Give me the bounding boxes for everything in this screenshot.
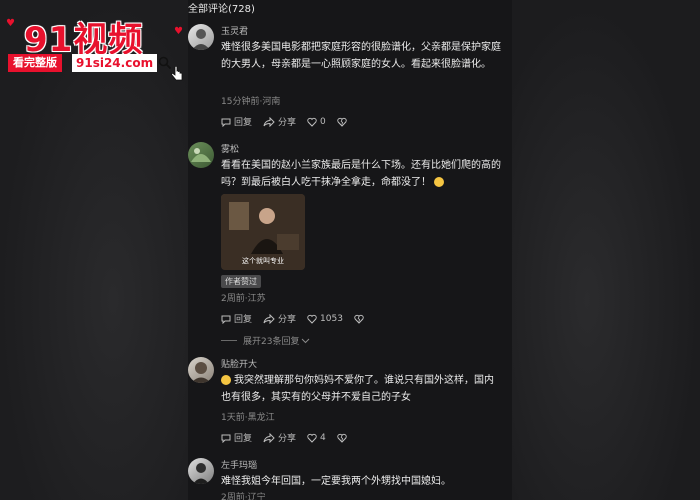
background-right — [512, 0, 700, 500]
heart-decoration-icon: ♥ — [174, 26, 183, 37]
reply-icon — [221, 434, 231, 443]
share-button[interactable]: 分享 — [263, 115, 296, 128]
share-label: 分享 — [278, 118, 297, 128]
reply-icon — [221, 315, 231, 324]
expand-replies-button[interactable]: 展开23条回复 — [221, 334, 310, 347]
share-label: 分享 — [278, 315, 297, 325]
watch-full-button[interactable]: 看完整版 — [8, 54, 62, 72]
comment-image[interactable]: 这个就叫专业 — [221, 194, 305, 270]
comment-meta: 15分钟前·河南 — [221, 97, 281, 107]
site-logo[interactable]: ♥ ♥ 91视频 看完整版 91si24.com — [6, 8, 188, 88]
cursor-hand-icon — [171, 66, 183, 81]
broken-heart-icon — [337, 433, 347, 443]
reply-label: 回复 — [234, 315, 253, 325]
broken-heart-icon — [337, 117, 347, 127]
divider-line — [221, 340, 237, 341]
chevron-down-icon — [302, 338, 310, 343]
share-icon — [263, 432, 275, 443]
share-button[interactable]: 分享 — [263, 431, 296, 444]
reply-button[interactable]: 回复 — [221, 115, 252, 128]
comments-header: 全部评论(728) — [188, 4, 255, 15]
reply-button[interactable]: 回复 — [221, 431, 252, 444]
share-label: 分享 — [278, 434, 297, 444]
comment-body: 看看在美国的赵小兰家族最后是什么下场。还有比她们爬的高的吗？到最后被白人吃干抹净… — [221, 160, 501, 188]
share-icon — [263, 116, 275, 127]
image-caption: 这个就叫专业 — [242, 257, 284, 265]
avatar[interactable] — [188, 357, 214, 383]
reply-label: 回复 — [234, 118, 253, 128]
like-button[interactable]: 0 — [307, 117, 326, 127]
comment-text: 难怪我姐今年回国，一定要我两个外甥找中国媳妇。 — [221, 476, 451, 487]
broken-heart-icon — [354, 314, 364, 324]
reply-label: 回复 — [234, 434, 253, 444]
comment-actions: 回复 分享 4 — [221, 431, 361, 444]
avatar[interactable] — [188, 458, 214, 484]
site-url[interactable]: 91si24.com — [72, 54, 158, 72]
reply-icon — [221, 118, 231, 127]
comment-meta: 2周前·江苏 — [221, 294, 266, 304]
username[interactable]: 左手玛瑙 — [221, 458, 257, 471]
username[interactable]: 贴脸开大 — [221, 357, 257, 370]
like-count: 1053 — [320, 313, 343, 324]
avatar-image — [191, 148, 211, 162]
share-button[interactable]: 分享 — [263, 312, 296, 325]
like-button[interactable]: 1053 — [307, 314, 343, 324]
heart-icon — [307, 314, 317, 324]
like-count: 0 — [320, 116, 326, 127]
avatar[interactable] — [188, 24, 214, 50]
comment-actions: 回复 分享 1053 — [221, 312, 378, 325]
share-icon — [263, 313, 275, 324]
heart-icon — [307, 433, 317, 443]
smile-emoji-icon — [434, 177, 445, 187]
avatar-image — [191, 362, 211, 383]
dislike-button[interactable] — [337, 117, 350, 127]
reply-button[interactable]: 回复 — [221, 312, 252, 325]
comment-text: 看看在美国的赵小兰家族最后是什么下场。还有比她们爬的高的吗？到最后被白人吃干抹净… — [221, 157, 501, 191]
avatar[interactable] — [188, 142, 214, 168]
heart-icon — [307, 117, 317, 127]
grin-emoji-icon — [221, 375, 231, 385]
like-button[interactable]: 4 — [307, 433, 326, 443]
like-count: 4 — [320, 432, 326, 443]
comment-meta: 2周前·辽宁 — [221, 493, 266, 500]
comment-actions: 回复 分享 0 — [221, 115, 361, 128]
comment-body: 我突然理解那句你妈妈不爱你了。谁说只有国外这样，国内也有很多，其实有的父母并不爱… — [221, 375, 494, 403]
dislike-button[interactable] — [354, 314, 367, 324]
heart-decoration-icon: ♥ — [6, 18, 15, 29]
comment-meta: 1天前·黑龙江 — [221, 413, 275, 423]
comment-panel[interactable]: 全部评论(728) 玉灵君 难怪很多美国电影都把家庭形容的很脸谱化，父亲都是保护… — [188, 0, 512, 500]
expand-replies-label: 展开23条回复 — [243, 337, 300, 347]
avatar-image — [193, 463, 209, 484]
comment-text: 难怪很多美国电影都把家庭形容的很脸谱化，父亲都是保护家庭的大男人，母亲都是一心照… — [221, 42, 501, 70]
author-liked-badge: 作者赞过 — [221, 275, 261, 288]
dislike-button[interactable] — [337, 433, 350, 443]
avatar-image — [192, 29, 210, 50]
comment-text: 我突然理解那句你妈妈不爱你了。谁说只有国外这样，国内也有很多，其实有的父母并不爱… — [221, 372, 501, 406]
username[interactable]: 雾松 — [221, 142, 239, 155]
username[interactable]: 玉灵君 — [221, 24, 248, 37]
